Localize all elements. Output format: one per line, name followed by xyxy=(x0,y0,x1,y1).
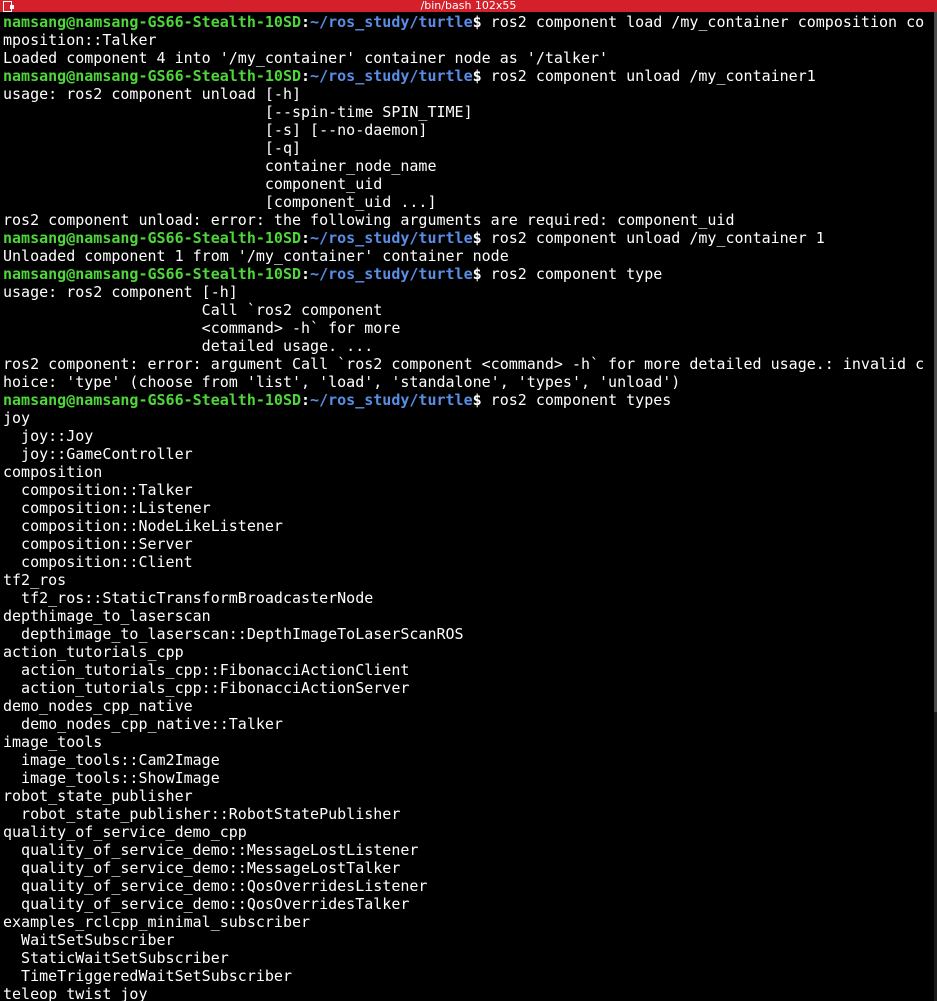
terminal-output[interactable]: namsang@namsang-GS66-Stealth-10SD:~/ros_… xyxy=(3,13,937,1001)
prompt-line: namsang@namsang-GS66-Stealth-10SD:~/ros_… xyxy=(3,67,937,85)
output-line: joy::Joy xyxy=(3,427,94,445)
output-line: Loaded component 4 into '/my_container' … xyxy=(3,49,609,67)
output-line: joy xyxy=(3,409,31,427)
output-line: image_tools::ShowImage xyxy=(3,769,220,787)
output-line: usage: ros2 component unload [-h] xyxy=(3,85,302,103)
prompt-separator: : xyxy=(301,67,311,85)
output-line: quality_of_service_demo::MessageLostList… xyxy=(3,841,419,859)
output-line: image_tools::Cam2Image xyxy=(3,751,220,769)
prompt-sign: $ xyxy=(472,265,491,283)
output-line: hoice: 'type' (choose from 'list', 'load… xyxy=(3,373,681,391)
output-line: [-s] [--no-daemon] xyxy=(3,121,428,139)
output-line: robot_state_publisher::RobotStatePublish… xyxy=(3,805,401,823)
output-line: WaitSetSubscriber xyxy=(3,931,175,949)
output-line: depthimage_to_laserscan xyxy=(3,607,211,625)
prompt-user-host: namsang@namsang-GS66-Stealth-10SD xyxy=(3,229,302,247)
output-line: ros2 component: error: argument Call `ro… xyxy=(3,355,925,373)
output-line: tf2_ros xyxy=(3,571,67,589)
prompt-sign: $ xyxy=(472,229,491,247)
output-line: composition xyxy=(3,463,103,481)
prompt-path: ~/ros_study/turtle xyxy=(310,229,473,247)
window-title: /bin/bash 102x55 xyxy=(420,0,517,12)
output-line: quality_of_service_demo::MessageLostTalk… xyxy=(3,859,401,877)
command-text: ros2 component types xyxy=(490,391,672,409)
prompt-user-host: namsang@namsang-GS66-Stealth-10SD xyxy=(3,391,302,409)
output-line: detailed usage. ... xyxy=(3,337,374,355)
prompt-path: ~/ros_study/turtle xyxy=(310,265,473,283)
prompt-path: ~/ros_study/turtle xyxy=(310,13,473,31)
prompt-user-host: namsang@namsang-GS66-Stealth-10SD xyxy=(3,67,302,85)
output-line: Call `ros2 component xyxy=(3,301,383,319)
command-text: ros2 component unload /my_container 1 xyxy=(490,229,825,247)
output-line: image_tools xyxy=(3,733,103,751)
output-line: StaticWaitSetSubscriber xyxy=(3,949,229,967)
output-line: <command> -h` for more xyxy=(3,319,401,337)
output-line: quality_of_service_demo::QosOverridesTal… xyxy=(3,895,410,913)
output-line: composition::Listener xyxy=(3,499,211,517)
output-line: action_tutorials_cpp xyxy=(3,643,184,661)
output-line: quality_of_service_demo_cpp xyxy=(3,823,247,841)
output-line: composition::Server xyxy=(3,535,193,553)
output-line: action_tutorials_cpp::FibonacciActionSer… xyxy=(3,679,410,697)
output-line: mposition::Talker xyxy=(3,31,157,49)
output-line: Unloaded component 1 from '/my_container… xyxy=(3,247,509,265)
command-text: ros2 component load /my_container compos… xyxy=(490,13,925,31)
output-line: examples_rclcpp_minimal_subscriber xyxy=(3,913,311,931)
output-line: [component_uid ...] xyxy=(3,193,437,211)
command-text: ros2 component unload /my_container1 xyxy=(490,67,816,85)
prompt-separator: : xyxy=(301,265,311,283)
output-line: teleop_twist_joy xyxy=(3,985,148,1001)
prompt-sign: $ xyxy=(472,67,491,85)
output-line: tf2_ros::StaticTransformBroadcasterNode xyxy=(3,589,374,607)
output-line: action_tutorials_cpp::FibonacciActionCli… xyxy=(3,661,410,679)
terminal-title-bar[interactable]: /bin/bash 102x55 xyxy=(0,0,937,12)
output-line: container_node_name xyxy=(3,157,437,175)
prompt-separator: : xyxy=(301,13,311,31)
prompt-line: namsang@namsang-GS66-Stealth-10SD:~/ros_… xyxy=(3,229,937,247)
prompt-sign: $ xyxy=(472,13,491,31)
output-line: depthimage_to_laserscan::DepthImageToLas… xyxy=(3,625,464,643)
output-line: robot_state_publisher xyxy=(3,787,193,805)
output-line: composition::NodeLikeListener xyxy=(3,517,283,535)
prompt-line: namsang@namsang-GS66-Stealth-10SD:~/ros_… xyxy=(3,391,937,409)
output-line: composition::Talker xyxy=(3,481,193,499)
output-line: [-q] xyxy=(3,139,302,157)
output-line: quality_of_service_demo::QosOverridesLis… xyxy=(3,877,428,895)
prompt-user-host: namsang@namsang-GS66-Stealth-10SD xyxy=(3,13,302,31)
output-line: joy::GameController xyxy=(3,445,193,463)
prompt-path: ~/ros_study/turtle xyxy=(310,391,473,409)
output-line: TimeTriggeredWaitSetSubscriber xyxy=(3,967,292,985)
output-line: component_uid xyxy=(3,175,383,193)
output-line: demo_nodes_cpp_native::Talker xyxy=(3,715,283,733)
output-line: ros2 component unload: error: the follow… xyxy=(3,211,735,229)
prompt-path: ~/ros_study/turtle xyxy=(310,67,473,85)
prompt-separator: : xyxy=(301,391,311,409)
output-line: composition::Client xyxy=(3,553,193,571)
command-text: ros2 component type xyxy=(490,265,663,283)
output-line: [--spin-time SPIN_TIME] xyxy=(3,103,473,121)
output-line: usage: ros2 component [-h] xyxy=(3,283,238,301)
terminal-window-icon[interactable] xyxy=(2,0,14,12)
prompt-line: namsang@namsang-GS66-Stealth-10SD:~/ros_… xyxy=(3,265,937,283)
output-line: demo_nodes_cpp_native xyxy=(3,697,193,715)
prompt-user-host: namsang@namsang-GS66-Stealth-10SD xyxy=(3,265,302,283)
prompt-separator: : xyxy=(301,229,311,247)
prompt-sign: $ xyxy=(472,391,491,409)
prompt-line: namsang@namsang-GS66-Stealth-10SD:~/ros_… xyxy=(3,13,937,31)
